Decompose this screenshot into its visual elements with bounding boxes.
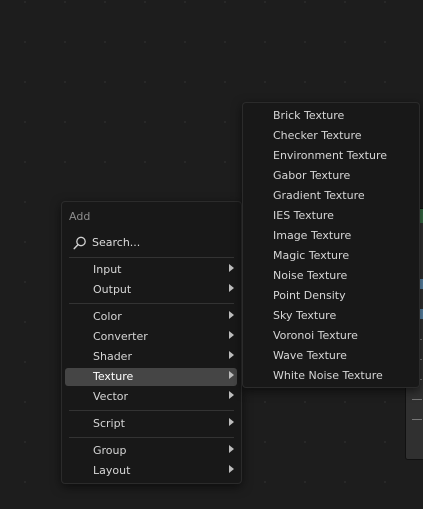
texture-item-white-noise-texture[interactable]: White Noise Texture	[246, 367, 416, 385]
menu-item-label: Script	[93, 417, 125, 430]
menu-item-label: Input	[93, 263, 122, 276]
search-item[interactable]: Search...	[65, 231, 234, 255]
add-menu: Add Search... Input Output Color Converter S…	[61, 201, 242, 484]
texture-item-label: Image Texture	[273, 229, 352, 242]
submenu-arrow-icon	[229, 391, 234, 399]
menu-separator	[69, 437, 234, 438]
texture-item-voronoi-texture[interactable]: Voronoi Texture	[246, 327, 416, 345]
add-menu-title: Add	[69, 210, 91, 223]
texture-item-point-density[interactable]: Point Density	[246, 287, 416, 305]
texture-item-environment-texture[interactable]: Environment Texture	[246, 147, 416, 165]
menu-item-label: Texture	[93, 370, 134, 383]
menu-item-input[interactable]: Input	[65, 261, 237, 279]
texture-item-ies-texture[interactable]: IES Texture	[246, 207, 416, 225]
menu-item-group[interactable]: Group	[65, 442, 237, 460]
texture-item-label: Gradient Texture	[273, 189, 365, 202]
node-field-line	[412, 399, 422, 400]
submenu-arrow-icon	[229, 418, 234, 426]
texture-item-label: Sky Texture	[273, 309, 337, 322]
menu-separator	[69, 257, 234, 258]
texture-item-gradient-texture[interactable]: Gradient Texture	[246, 187, 416, 205]
texture-item-label: Noise Texture	[273, 269, 348, 282]
texture-item-label: White Noise Texture	[273, 369, 383, 382]
search-label: Search...	[92, 236, 141, 249]
menu-item-layout[interactable]: Layout	[65, 462, 237, 480]
texture-item-label: Environment Texture	[273, 149, 388, 162]
texture-item-label: Magic Texture	[273, 249, 350, 262]
texture-item-checker-texture[interactable]: Checker Texture	[246, 127, 416, 145]
menu-item-label: Output	[93, 283, 132, 296]
submenu-arrow-icon	[229, 284, 234, 292]
menu-item-label: Vector	[93, 390, 129, 403]
menu-item-label: Layout	[93, 464, 131, 477]
menu-item-label: Converter	[93, 330, 148, 343]
menu-item-script[interactable]: Script	[65, 415, 237, 433]
menu-separator	[69, 303, 234, 304]
texture-item-label: IES Texture	[273, 209, 334, 222]
submenu-arrow-icon	[229, 445, 234, 453]
menu-item-converter[interactable]: Converter	[65, 328, 237, 346]
menu-item-label: Group	[93, 444, 127, 457]
texture-item-sky-texture[interactable]: Sky Texture	[246, 307, 416, 325]
menu-item-label: Color	[93, 310, 122, 323]
texture-item-label: Voronoi Texture	[273, 329, 358, 342]
texture-item-label: Brick Texture	[273, 109, 345, 122]
texture-item-label: Gabor Texture	[273, 169, 351, 182]
texture-item-brick-texture[interactable]: Brick Texture	[246, 107, 416, 125]
texture-item-label: Wave Texture	[273, 349, 347, 362]
submenu-arrow-icon	[229, 465, 234, 473]
texture-submenu: Brick Texture Checker Texture Environment …	[242, 102, 420, 388]
texture-item-noise-texture[interactable]: Noise Texture	[246, 267, 416, 285]
menu-item-label: Shader	[93, 350, 132, 363]
texture-item-gabor-texture[interactable]: Gabor Texture	[246, 167, 416, 185]
menu-item-texture[interactable]: Texture	[65, 368, 237, 386]
menu-item-color[interactable]: Color	[65, 308, 237, 326]
texture-item-wave-texture[interactable]: Wave Texture	[246, 347, 416, 365]
submenu-arrow-icon	[229, 351, 234, 359]
search-icon	[73, 236, 86, 250]
node-field-line	[412, 419, 422, 420]
texture-item-magic-texture[interactable]: Magic Texture	[246, 247, 416, 265]
menu-item-output[interactable]: Output	[65, 281, 237, 299]
menu-separator	[69, 410, 234, 411]
texture-item-label: Point Density	[273, 289, 346, 302]
submenu-arrow-icon	[229, 264, 234, 272]
submenu-arrow-icon	[229, 331, 234, 339]
menu-item-shader[interactable]: Shader	[65, 348, 237, 366]
texture-item-label: Checker Texture	[273, 129, 362, 142]
submenu-arrow-icon	[229, 371, 234, 379]
texture-item-image-texture[interactable]: Image Texture	[246, 227, 416, 245]
submenu-arrow-icon	[229, 311, 234, 319]
menu-item-vector[interactable]: Vector	[65, 388, 237, 406]
